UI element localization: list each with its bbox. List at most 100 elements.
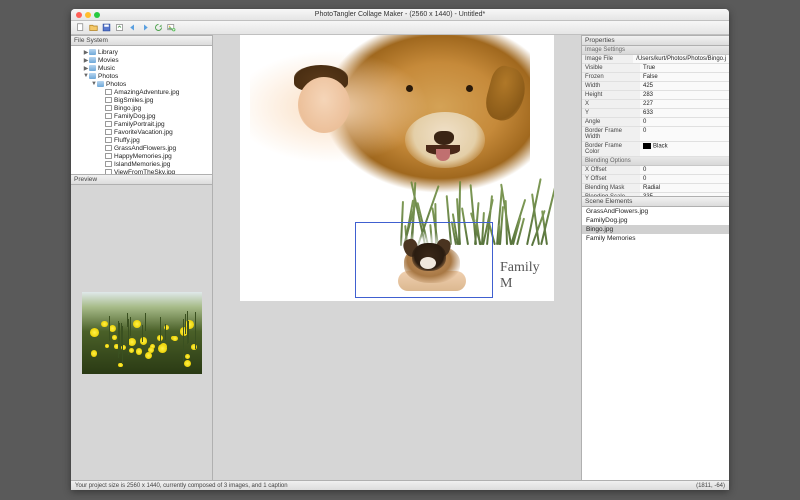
prop-row: Border Frame ColorBlack	[582, 142, 729, 157]
tree-file[interactable]: HappyMemories.jpg	[71, 152, 212, 160]
cursor-position: (1811, -64)	[696, 483, 725, 489]
folder-icon	[89, 73, 96, 79]
prop-row: Y633	[582, 109, 729, 118]
new-button[interactable]	[75, 23, 85, 33]
right-sidebar: Properties Image Settings Image File/Use…	[581, 35, 729, 480]
scene-item[interactable]: GrassAndFlowers.jpg	[582, 207, 729, 216]
file-icon	[105, 97, 112, 103]
refresh-button[interactable]	[153, 23, 163, 33]
scene-item[interactable]: FamilyDog.jpg	[582, 216, 729, 225]
file-icon	[105, 89, 112, 95]
tree-label: FamilyDog.jpg	[114, 113, 156, 120]
tree-folder[interactable]: ▼Photos	[71, 80, 212, 88]
left-sidebar: File System ▶Library ▶Movies ▶Music ▼Pho…	[71, 35, 213, 480]
titlebar[interactable]: PhotoTangler Collage Maker - (2560 x 144…	[71, 9, 729, 21]
scene-elements-list[interactable]: GrassAndFlowers.jpg FamilyDog.jpg Bingo.…	[582, 207, 729, 480]
collage-canvas[interactable]: Family M	[240, 35, 554, 301]
prop-row: VisibleTrue	[582, 64, 729, 73]
prop-row: Y Offset0	[582, 175, 729, 184]
tree-file[interactable]: FamilyDog.jpg	[71, 112, 212, 120]
tree-file[interactable]: IslandMemories.jpg	[71, 160, 212, 168]
preview-image: /*flowers placeholder*/	[82, 292, 202, 374]
toolbar	[71, 21, 729, 35]
add-image-button[interactable]	[166, 23, 176, 33]
tree-label: GrassAndFlowers.jpg	[114, 145, 176, 152]
scene-item[interactable]: Family Memories	[582, 234, 729, 243]
prop-row: Height283	[582, 91, 729, 100]
folder-icon	[89, 57, 96, 63]
scene-item-selected[interactable]: Bingo.jpg	[582, 225, 729, 234]
tree-label: AmazingAdventure.jpg	[114, 89, 179, 96]
export-button[interactable]	[114, 23, 124, 33]
prop-section-image[interactable]: Image Settings	[582, 46, 729, 55]
content-area: File System ▶Library ▶Movies ▶Music ▼Pho…	[71, 35, 729, 480]
folder-icon	[89, 49, 96, 55]
prop-row: Width425	[582, 82, 729, 91]
file-icon	[105, 105, 112, 111]
prop-row: Angle0	[582, 118, 729, 127]
file-icon	[105, 145, 112, 151]
file-icon	[105, 161, 112, 167]
back-button[interactable]	[127, 23, 137, 33]
prop-row: X227	[582, 100, 729, 109]
file-icon	[105, 121, 112, 127]
tree-folder[interactable]: ▶Library	[71, 48, 212, 56]
tree-label: Photos	[98, 73, 118, 80]
file-icon	[105, 153, 112, 159]
tree-label: Photos	[106, 81, 126, 88]
filesystem-tree[interactable]: ▶Library ▶Movies ▶Music ▼Photos ▼Photos …	[71, 46, 212, 174]
close-icon[interactable]	[76, 12, 82, 18]
file-icon	[105, 113, 112, 119]
status-bar: Your project size is 2560 x 1440, curren…	[71, 480, 729, 490]
tree-folder[interactable]: ▶Movies	[71, 56, 212, 64]
canvas-image-bingo[interactable]	[374, 227, 476, 295]
traffic-lights	[71, 12, 100, 18]
tree-label: Bingo.jpg	[114, 105, 141, 112]
prop-row: Image File/Users/kurt/Photos/Photos/Bing…	[582, 55, 729, 64]
tree-label: HappyMemories.jpg	[114, 153, 172, 160]
maximize-icon[interactable]	[94, 12, 100, 18]
prop-row: Blending MaskRadial	[582, 184, 729, 193]
tree-label: Music	[98, 65, 115, 72]
window-title: PhotoTangler Collage Maker - (2560 x 144…	[71, 11, 729, 18]
tree-file[interactable]: AmazingAdventure.jpg	[71, 88, 212, 96]
preview-panel: /*flowers placeholder*/	[71, 185, 212, 480]
folder-icon	[89, 65, 96, 71]
prop-section-blending[interactable]: Blending Options	[582, 157, 729, 166]
preview-header: Preview	[71, 174, 212, 185]
tree-file[interactable]: FamilyPortrait.jpg	[71, 120, 212, 128]
canvas-caption[interactable]: Family M	[500, 260, 554, 292]
tree-file[interactable]: GrassAndFlowers.jpg	[71, 144, 212, 152]
color-swatch-icon	[643, 143, 651, 149]
tree-file[interactable]: BigSmiles.jpg	[71, 96, 212, 104]
tree-folder[interactable]: ▶Music	[71, 64, 212, 72]
filesystem-header: File System	[71, 35, 212, 46]
app-window: PhotoTangler Collage Maker - (2560 x 144…	[71, 9, 729, 490]
tree-folder[interactable]: ▼Photos	[71, 72, 212, 80]
tree-label: BigSmiles.jpg	[114, 97, 153, 104]
tree-label: Movies	[98, 57, 119, 64]
properties-header: Properties	[582, 35, 729, 46]
properties-panel[interactable]: Image Settings Image File/Users/kurt/Pho…	[582, 46, 729, 196]
tree-label: IslandMemories.jpg	[114, 161, 170, 168]
tree-file[interactable]: Fluffy.jpg	[71, 136, 212, 144]
save-button[interactable]	[101, 23, 111, 33]
canvas-viewport[interactable]: Family M	[213, 35, 581, 480]
open-button[interactable]	[88, 23, 98, 33]
file-icon	[105, 137, 112, 143]
tree-label: FamilyPortrait.jpg	[114, 121, 165, 128]
forward-button[interactable]	[140, 23, 150, 33]
canvas-selection-box[interactable]	[355, 222, 493, 298]
status-text: Your project size is 2560 x 1440, curren…	[75, 483, 288, 489]
tree-file[interactable]: FavoriteVacation.jpg	[71, 128, 212, 136]
file-icon	[105, 129, 112, 135]
folder-icon	[97, 81, 104, 87]
prop-row: Border Frame Width0	[582, 127, 729, 142]
tree-file[interactable]: Bingo.jpg	[71, 104, 212, 112]
prop-row: X Offset0	[582, 166, 729, 175]
tree-label: FavoriteVacation.jpg	[114, 129, 173, 136]
scene-header: Scene Elements	[582, 196, 729, 207]
tree-label: Fluffy.jpg	[114, 137, 140, 144]
tree-label: Library	[98, 49, 118, 56]
minimize-icon[interactable]	[85, 12, 91, 18]
